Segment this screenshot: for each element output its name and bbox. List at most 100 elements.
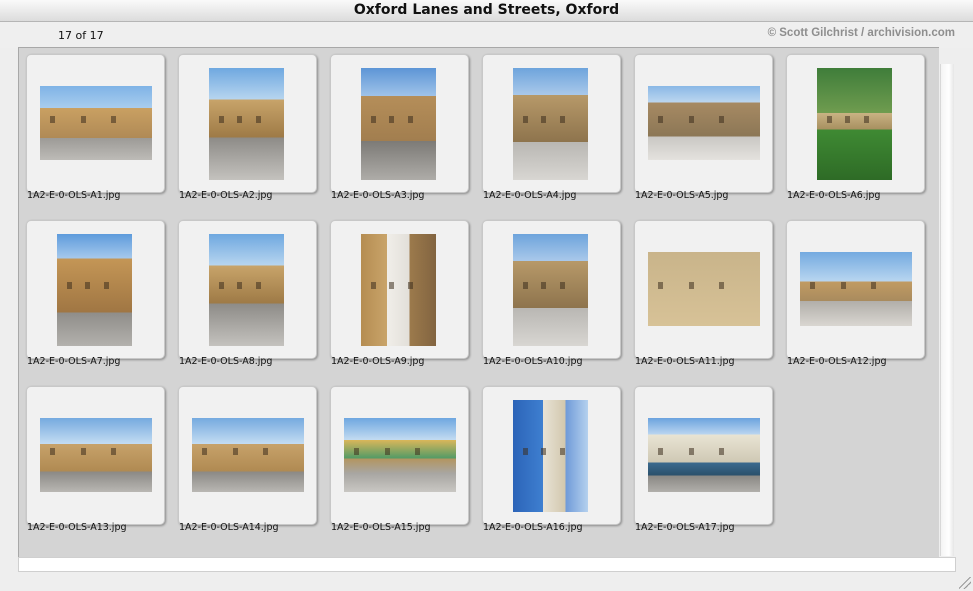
thumbnail-item[interactable]: 1A2-E-0-OLS-A16.jpg [475, 380, 627, 540]
thumbnail-frame[interactable] [26, 220, 165, 359]
thumbnail-grid: 1A2-E-0-OLS-A1.jpg 1A2-E-0-OLS-A2.jpg 1A2-… [18, 47, 939, 558]
thumbnail-item[interactable]: 1A2-E-0-OLS-A4.jpg [475, 48, 627, 208]
thumbnail-filename: 1A2-E-0-OLS-A15.jpg [331, 522, 431, 533]
thumbnail-image[interactable] [209, 68, 284, 180]
thumbnail-frame[interactable] [634, 386, 773, 525]
photo-detail [871, 282, 877, 289]
resize-grip-icon[interactable] [959, 577, 971, 589]
thumbnail-frame[interactable] [482, 220, 621, 359]
photo-detail [219, 116, 224, 123]
thumbnail-frame[interactable] [178, 54, 317, 193]
thumbnail-item[interactable]: 1A2-E-0-OLS-A15.jpg [323, 380, 475, 540]
photo-detail [219, 282, 224, 289]
thumbnail-frame[interactable] [330, 220, 469, 359]
thumbnail-frame[interactable] [482, 54, 621, 193]
photo-detail [389, 116, 395, 123]
thumbnail-image[interactable] [513, 234, 588, 346]
thumbnail-frame[interactable] [482, 386, 621, 525]
thumbnail-frame[interactable] [26, 386, 165, 525]
photo-detail [523, 116, 528, 123]
thumbnail-filename: 1A2-E-0-OLS-A10.jpg [483, 356, 583, 367]
thumbnail-item[interactable]: 1A2-E-0-OLS-A6.jpg [779, 48, 931, 208]
thumbnail-image[interactable] [209, 234, 284, 346]
thumbnail-image[interactable] [817, 68, 892, 180]
thumbnail-frame[interactable] [330, 386, 469, 525]
photo-detail [237, 282, 243, 289]
thumbnail-image[interactable] [361, 68, 436, 180]
thumbnail-filename: 1A2-E-0-OLS-A13.jpg [27, 522, 127, 533]
thumbnail-item[interactable]: 1A2-E-0-OLS-A12.jpg [779, 214, 931, 374]
thumbnail-item[interactable]: 1A2-E-0-OLS-A8.jpg [171, 214, 323, 374]
horizontal-scrollbar[interactable] [18, 557, 956, 572]
thumbnail-item[interactable]: 1A2-E-0-OLS-A14.jpg [171, 380, 323, 540]
photo-detail [67, 282, 72, 289]
thumbnail-frame[interactable] [786, 220, 925, 359]
thumbnail-frame[interactable] [330, 54, 469, 193]
photo-detail [559, 116, 565, 123]
thumbnail-filename: 1A2-E-0-OLS-A1.jpg [27, 190, 121, 201]
photo-detail [658, 116, 663, 123]
thumbnail-item[interactable]: 1A2-E-0-OLS-A5.jpg [627, 48, 779, 208]
thumbnail-item[interactable]: 1A2-E-0-OLS-A17.jpg [627, 380, 779, 540]
thumbnail-item[interactable]: 1A2-E-0-OLS-A3.jpg [323, 48, 475, 208]
photo-detail [658, 448, 663, 455]
thumbnail-image[interactable] [800, 252, 912, 326]
thumbnail-image[interactable] [57, 234, 132, 346]
thumbnail-image[interactable] [40, 418, 152, 492]
thumbnail-image[interactable] [361, 234, 436, 346]
copyright-credit: © Scott Gilchrist / archivision.com [767, 27, 955, 39]
photo-detail [255, 116, 261, 123]
thumbnail-item[interactable]: 1A2-E-0-OLS-A9.jpg [323, 214, 475, 374]
photo-detail [255, 282, 261, 289]
photo-detail [263, 448, 269, 455]
photo-detail [50, 448, 55, 455]
photo-detail [103, 282, 109, 289]
thumbnail-frame[interactable] [178, 386, 317, 525]
photo-detail [840, 282, 846, 289]
thumbnail-item[interactable]: 1A2-E-0-OLS-A2.jpg [171, 48, 323, 208]
thumbnail-image[interactable] [648, 418, 760, 492]
thumbnail-frame[interactable] [178, 220, 317, 359]
photo-detail [111, 116, 117, 123]
thumbnail-item[interactable]: 1A2-E-0-OLS-A10.jpg [475, 214, 627, 374]
thumbnail-item[interactable]: 1A2-E-0-OLS-A13.jpg [19, 380, 171, 540]
photo-detail [863, 116, 869, 123]
photo-detail [541, 448, 547, 455]
photo-detail [237, 116, 243, 123]
window-title: Oxford Lanes and Streets, Oxford [0, 0, 973, 22]
photo-detail [688, 448, 694, 455]
photo-detail [80, 116, 86, 123]
photo-detail [371, 282, 376, 289]
thumbnail-image[interactable] [513, 68, 588, 180]
thumbnail-image[interactable] [513, 400, 588, 512]
photo-detail [688, 282, 694, 289]
photo-detail [523, 448, 528, 455]
thumbnail-filename: 1A2-E-0-OLS-A14.jpg [179, 522, 279, 533]
photo-detail [80, 448, 86, 455]
photo-detail [354, 448, 359, 455]
photo-detail [50, 116, 55, 123]
thumbnail-frame[interactable] [634, 54, 773, 193]
photo-detail [719, 282, 725, 289]
photo-detail [523, 282, 528, 289]
photo-detail [541, 116, 547, 123]
thumbnail-item[interactable]: 1A2-E-0-OLS-A11.jpg [627, 214, 779, 374]
photo-detail [719, 448, 725, 455]
thumbnail-image[interactable] [648, 86, 760, 160]
thumbnail-filename: 1A2-E-0-OLS-A16.jpg [483, 522, 583, 533]
thumbnail-filename: 1A2-E-0-OLS-A5.jpg [635, 190, 729, 201]
thumbnail-frame[interactable] [786, 54, 925, 193]
thumbnail-item[interactable]: 1A2-E-0-OLS-A7.jpg [19, 214, 171, 374]
photo-detail [85, 282, 91, 289]
thumbnail-frame[interactable] [634, 220, 773, 359]
thumbnail-image[interactable] [344, 418, 456, 492]
thumbnail-image[interactable] [40, 86, 152, 160]
photo-detail [407, 116, 413, 123]
vertical-scrollbar[interactable] [940, 64, 954, 556]
thumbnail-image[interactable] [192, 418, 304, 492]
thumbnail-image[interactable] [648, 252, 760, 326]
photo-detail [559, 282, 565, 289]
photo-detail [407, 282, 413, 289]
thumbnail-frame[interactable] [26, 54, 165, 193]
thumbnail-item[interactable]: 1A2-E-0-OLS-A1.jpg [19, 48, 171, 208]
